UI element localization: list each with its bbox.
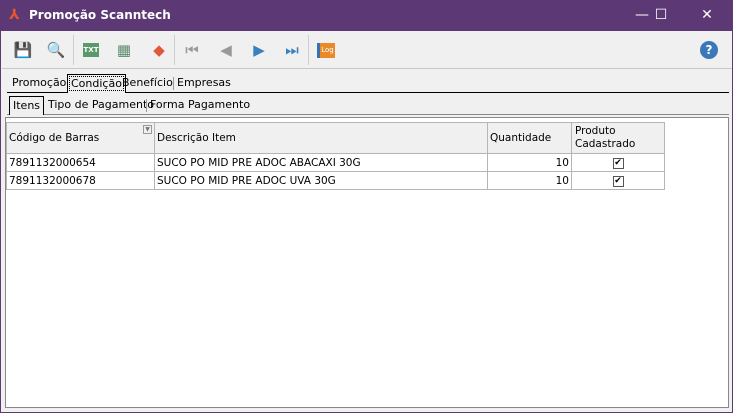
save-icon[interactable]: 💾 — [12, 39, 34, 61]
first-record-icon[interactable]: ⏮ — [181, 39, 203, 61]
search-icon[interactable]: 🔍 — [45, 39, 67, 61]
help-icon[interactable]: ? — [700, 41, 718, 59]
eraser-icon[interactable]: ◆ — [148, 39, 170, 61]
separator — [308, 35, 309, 65]
cell-barcode[interactable]: 7891132000678 — [6, 171, 155, 190]
cell-quantity[interactable]: 10 — [487, 153, 572, 172]
tab-condicao[interactable]: Condição — [67, 74, 126, 93]
column-header-registered[interactable]: Produto Cadastrado — [571, 122, 665, 154]
cell-description[interactable]: SUCO PO MID PRE ADOC ABACAXI 30G — [154, 153, 488, 172]
table-row[interactable]: 7891132000678 SUCO PO MID PRE ADOC UVA 3… — [6, 171, 665, 190]
filter-icon[interactable]: ▼ — [143, 125, 152, 134]
registered-checkbox[interactable]: ✔ — [612, 158, 624, 169]
column-header-description[interactable]: Descrição Item — [154, 122, 488, 154]
last-record-icon[interactable]: ⏭ — [281, 39, 303, 61]
title-bar: ⅄ Promoção Scanntech — ☐ ✕ — [1, 0, 733, 31]
close-button[interactable]: ✕ — [684, 0, 730, 31]
items-grid: Código de Barras ▼ Descrição Item Quantid… — [5, 117, 729, 408]
window-title: Promoção Scanntech — [29, 8, 171, 22]
cell-description[interactable]: SUCO PO MID PRE ADOC UVA 30G — [154, 171, 488, 190]
separator — [174, 35, 175, 65]
grid-icon[interactable]: ▦ — [113, 39, 135, 61]
tab-promocao[interactable]: Promoção — [9, 74, 69, 92]
separator — [73, 35, 74, 65]
cell-barcode[interactable]: 7891132000654 — [6, 153, 155, 172]
window: ⅄ Promoção Scanntech — ☐ ✕ 💾 🔍 TXT ▦ ◆ ⏮… — [0, 0, 733, 413]
tab-empresas[interactable]: Empresas — [174, 74, 234, 92]
subtab-forma-pagamento[interactable]: Forma Pagamento — [147, 96, 253, 114]
column-header-quantity[interactable]: Quantidade — [487, 122, 572, 154]
column-label: Código de Barras — [9, 132, 100, 144]
toolbar: 💾 🔍 TXT ▦ ◆ ⏮ ◀ ▶ ⏭ Log ? — [2, 31, 732, 69]
subtab-tipo-pagamento[interactable]: Tipo de Pagamento — [45, 96, 157, 114]
next-record-icon[interactable]: ▶ — [248, 39, 270, 61]
log-icon[interactable]: Log — [317, 43, 335, 58]
table-row[interactable]: 7891132000654 SUCO PO MID PRE ADOC ABACA… — [6, 153, 665, 172]
maximize-button[interactable]: ☐ — [638, 0, 684, 31]
tab-beneficio[interactable]: Benefício — [119, 74, 176, 92]
sub-tabs: Itens Tipo de Pagamento Forma Pagamento — [7, 96, 729, 115]
main-tabs: Promoção Condição Benefício Empresas — [7, 74, 729, 93]
export-txt-icon[interactable]: TXT — [82, 43, 100, 57]
previous-record-icon[interactable]: ◀ — [215, 39, 237, 61]
registered-checkbox[interactable]: ✔ — [612, 176, 624, 187]
column-header-barcode[interactable]: Código de Barras ▼ — [6, 122, 155, 154]
subtab-itens[interactable]: Itens — [9, 96, 45, 115]
cell-quantity[interactable]: 10 — [487, 171, 572, 190]
app-logo-icon: ⅄ — [9, 7, 20, 23]
grid-header: Código de Barras ▼ Descrição Item Quantid… — [6, 122, 665, 154]
